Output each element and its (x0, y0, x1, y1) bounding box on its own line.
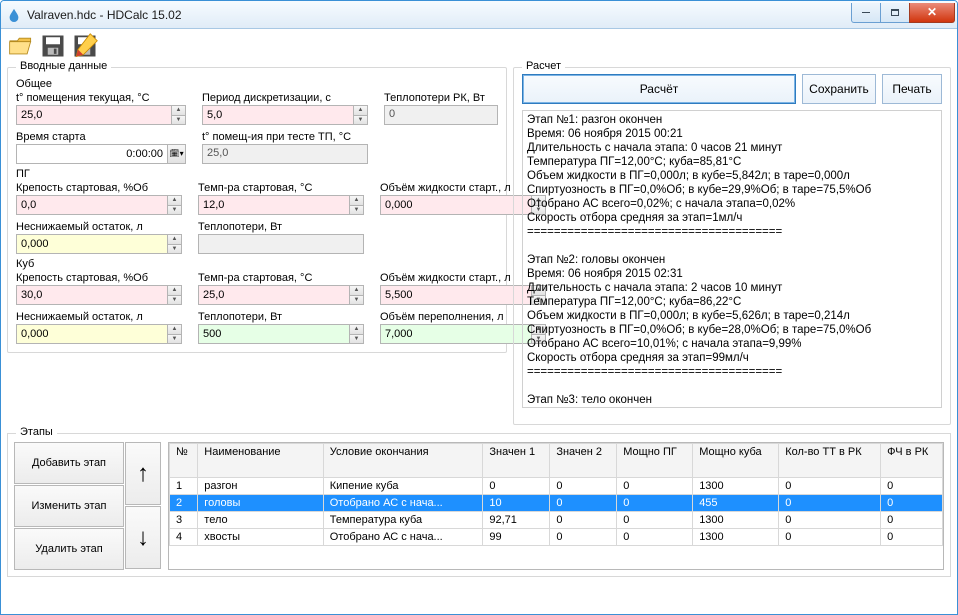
input-group-title: Вводные данные (16, 60, 111, 72)
label-cube-heatloss: Теплопотери, Вт (198, 311, 364, 323)
window-title: Valraven.hdc - HDCalc 15.02 (27, 8, 852, 22)
input-group: Вводные данные Общее t° помещения текуща… (7, 67, 507, 353)
spin-down-icon: ▼ (172, 116, 185, 125)
label-heatloss-rk: Теплопотери РК, Вт (384, 92, 498, 104)
titlebar: Valraven.hdc - HDCalc 15.02 ✕ (1, 1, 957, 29)
calc-button[interactable]: Расчёт (522, 74, 796, 104)
value-pg-heatloss (198, 234, 364, 254)
delete-stage-button[interactable]: Удалить этап (14, 528, 124, 570)
th-v1[interactable]: Значен 1 (483, 444, 550, 478)
save-as-icon[interactable] (71, 32, 99, 60)
edit-stage-button[interactable]: Изменить этап (14, 485, 124, 527)
label-cube-strength: Крепость стартовая, %Об (16, 272, 182, 284)
stages-group: Этапы Добавить этап Изменить этап Удалит… (7, 433, 951, 577)
pg-section-title: ПГ (16, 168, 498, 180)
input-cube-temp[interactable]: ▲▼ (198, 285, 364, 305)
move-down-button[interactable]: ↓ (125, 506, 161, 569)
th-fch[interactable]: ФЧ в РК (881, 444, 943, 478)
general-section-title: Общее (16, 78, 498, 90)
input-start-time[interactable]: 🗓▾ (16, 144, 186, 164)
stages-table[interactable]: № Наименование Условие окончания Значен … (168, 442, 944, 570)
maximize-button[interactable] (880, 3, 910, 23)
input-pg-min-remain[interactable]: ▲▼ (16, 234, 182, 254)
th-pcube[interactable]: Мощно куба (693, 444, 779, 478)
spin-up-icon: ▲ (172, 106, 185, 116)
label-pg-min-remain: Неснижаемый остаток, л (16, 221, 182, 233)
input-cube-heatloss[interactable]: ▲▼ (198, 324, 364, 344)
calc-group-title: Расчет (522, 60, 565, 72)
th-tt[interactable]: Кол-во ТТ в РК (779, 444, 881, 478)
print-button[interactable]: Печать (882, 74, 942, 104)
app-icon (7, 8, 21, 22)
open-icon[interactable] (7, 32, 35, 60)
value-heatloss-rk: 0 (384, 105, 498, 125)
label-start-time: Время старта (16, 131, 186, 143)
label-t-room-test: t° помещ-ия при тесте ТП, °С (202, 131, 368, 143)
cube-section-title: Куб (16, 258, 498, 270)
label-pg-strength: Крепость стартовая, %Об (16, 182, 182, 194)
toolbar (1, 29, 957, 63)
th-name[interactable]: Наименование (198, 444, 323, 478)
value-t-room-test: 25,0 (202, 144, 368, 164)
label-cube-temp: Темп-ра стартовая, °С (198, 272, 364, 284)
label-cube-min-remain: Неснижаемый остаток, л (16, 311, 182, 323)
close-button[interactable]: ✕ (909, 3, 955, 23)
th-ppg[interactable]: Мощно ПГ (617, 444, 693, 478)
table-row[interactable]: 2головыОтобрано АС с нача...100045500 (170, 495, 943, 512)
input-cube-strength[interactable]: ▲▼ (16, 285, 182, 305)
move-up-button[interactable]: ↑ (125, 442, 161, 505)
label-period: Период дискретизации, с (202, 92, 368, 104)
th-cond[interactable]: Условие окончания (323, 444, 483, 478)
table-row[interactable]: 3телоТемпература куба92,7100130000 (170, 512, 943, 529)
calendar-drop-icon: 🗓▾ (167, 145, 185, 163)
save-result-button[interactable]: Сохранить (802, 74, 876, 104)
report-text[interactable]: Этап №1: разгон окончен Время: 06 ноября… (522, 110, 942, 408)
table-row[interactable]: 4хвостыОтобрано АС с нача...9900130000 (170, 529, 943, 546)
input-t-room-cur[interactable]: ▲▼ (16, 105, 186, 125)
minimize-button[interactable] (851, 3, 881, 23)
stages-group-title: Этапы (16, 426, 57, 438)
input-pg-temp[interactable]: ▲▼ (198, 195, 364, 215)
th-v2[interactable]: Значен 2 (550, 444, 617, 478)
input-period[interactable]: ▲▼ (202, 105, 368, 125)
table-row[interactable]: 1разгонКипение куба000130000 (170, 478, 943, 495)
label-pg-temp: Темп-ра стартовая, °С (198, 182, 364, 194)
th-n[interactable]: № (170, 444, 198, 478)
input-pg-strength[interactable]: ▲▼ (16, 195, 182, 215)
save-icon[interactable] (39, 32, 67, 60)
calc-group: Расчет Расчёт Сохранить Печать Этап №1: … (513, 67, 951, 425)
add-stage-button[interactable]: Добавить этап (14, 442, 124, 484)
label-pg-heatloss: Теплопотери, Вт (198, 221, 364, 233)
label-t-room-cur: t° помещения текущая, °С (16, 92, 186, 104)
input-cube-min-remain[interactable]: ▲▼ (16, 324, 182, 344)
